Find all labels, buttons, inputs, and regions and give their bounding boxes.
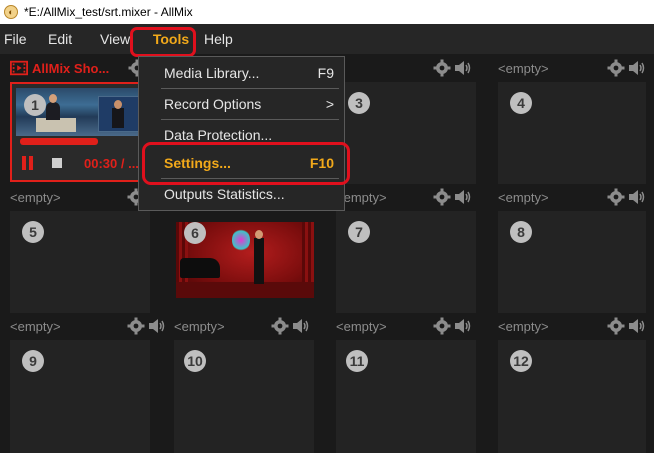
outputs-statistics-label: Outputs Statistics... xyxy=(164,186,285,202)
settings-shortcut: F10 xyxy=(309,155,334,171)
title-bar: ◐ *E:/AllMix_test/srt.mixer - AllMix xyxy=(0,0,654,24)
gear-icon[interactable] xyxy=(607,59,625,77)
cell-12-title: <empty> xyxy=(498,318,549,334)
cell-12[interactable]: 12 xyxy=(498,340,646,453)
cell-3-number: 3 xyxy=(348,92,370,114)
cell-10-header: <empty> xyxy=(174,314,310,338)
cell-1-title: AllMix Sho... xyxy=(32,60,110,76)
cell-7[interactable]: 7 xyxy=(336,211,476,313)
cell-11-number: 11 xyxy=(346,350,368,372)
cell-5[interactable]: 5 xyxy=(10,211,150,313)
cell-9-title: <empty> xyxy=(10,318,61,334)
stop-icon[interactable] xyxy=(52,158,62,168)
speaker-icon[interactable] xyxy=(454,317,472,335)
cell-7-number: 7 xyxy=(348,221,370,243)
menu-tools[interactable]: Tools xyxy=(140,24,202,54)
gear-icon[interactable] xyxy=(607,317,625,335)
cell-8-title: <empty> xyxy=(498,189,549,205)
app-icon: ◐ xyxy=(4,5,18,19)
cell-8[interactable]: 8 xyxy=(498,211,646,313)
pause-icon[interactable] xyxy=(22,156,34,170)
menu-item-settings[interactable]: Settings... F10 xyxy=(139,149,344,177)
cell-9-header: <empty> xyxy=(10,314,166,338)
cell-1[interactable]: 1 00:30 / ... xyxy=(10,82,150,182)
cell-1-header: AllMix Sho... xyxy=(10,56,146,80)
menu-view[interactable]: View xyxy=(94,24,132,54)
cell-7-header: <empty> xyxy=(336,185,472,209)
cell-10-title: <empty> xyxy=(174,318,225,334)
cell-11-header: <empty> xyxy=(336,314,472,338)
cell-4-number: 4 xyxy=(510,92,532,114)
tools-dropdown-menu: Media Library... F9 Record Options > Dat… xyxy=(138,56,345,211)
cell-3[interactable]: 3 xyxy=(336,82,476,184)
speaker-icon[interactable] xyxy=(628,188,646,206)
cell-11[interactable]: 11 xyxy=(336,340,476,453)
gear-icon[interactable] xyxy=(607,188,625,206)
media-library-shortcut: F9 xyxy=(317,65,334,81)
speaker-icon[interactable] xyxy=(628,59,646,77)
data-protection-label: Data Protection... xyxy=(164,127,273,143)
cell-12-number: 12 xyxy=(510,350,532,372)
menu-help[interactable]: Help xyxy=(202,24,243,54)
cell-1-timecode: 00:30 / ... xyxy=(84,156,139,171)
cell-9[interactable]: 9 xyxy=(10,340,150,453)
cell-10[interactable]: 10 xyxy=(174,340,314,453)
cell-5-number: 5 xyxy=(22,221,44,243)
submenu-arrow-icon: > xyxy=(325,96,334,112)
media-library-label: Media Library... xyxy=(164,65,260,81)
gear-icon[interactable] xyxy=(271,317,289,335)
window-title: *E:/AllMix_test/srt.mixer - AllMix xyxy=(24,5,193,19)
gear-icon[interactable] xyxy=(433,188,451,206)
menu-item-record-options[interactable]: Record Options > xyxy=(139,90,344,118)
cell-1-number: 1 xyxy=(24,94,46,116)
settings-label: Settings... xyxy=(164,155,231,171)
film-icon xyxy=(10,59,28,77)
speaker-icon[interactable] xyxy=(454,59,472,77)
menu-separator xyxy=(161,119,339,120)
cell-11-title: <empty> xyxy=(336,318,387,334)
cell-10-number: 10 xyxy=(184,350,206,372)
gear-icon[interactable] xyxy=(433,59,451,77)
menu-bar: File Edit View Tools Help xyxy=(0,24,654,54)
gear-icon[interactable] xyxy=(127,317,145,335)
cell-8-header: <empty> xyxy=(498,185,646,209)
cell-4[interactable]: 4 xyxy=(498,82,646,184)
cell-4-title: <empty> xyxy=(498,60,549,76)
cell-12-header: <empty> xyxy=(498,314,646,338)
menu-separator xyxy=(161,88,339,89)
menu-item-data-protection[interactable]: Data Protection... xyxy=(139,121,344,149)
cell-4-header: <empty> xyxy=(498,56,646,80)
menu-item-outputs-statistics[interactable]: Outputs Statistics... xyxy=(139,180,344,208)
cell-6-number: 6 xyxy=(184,222,206,244)
speaker-icon[interactable] xyxy=(292,317,310,335)
cell-7-title: <empty> xyxy=(336,189,387,205)
menu-separator xyxy=(161,178,339,179)
speaker-icon[interactable] xyxy=(148,317,166,335)
cell-3-header xyxy=(336,56,472,80)
cell-5-title: <empty> xyxy=(10,189,61,205)
speaker-icon[interactable] xyxy=(454,188,472,206)
menu-edit[interactable]: Edit xyxy=(42,24,94,54)
cell-6[interactable]: 6 xyxy=(176,222,314,298)
record-options-label: Record Options xyxy=(164,96,262,112)
speaker-icon[interactable] xyxy=(628,317,646,335)
menu-item-media-library[interactable]: Media Library... F9 xyxy=(139,59,344,87)
cell-8-number: 8 xyxy=(510,221,532,243)
gear-icon[interactable] xyxy=(433,317,451,335)
menu-file[interactable]: File xyxy=(0,24,42,54)
playback-progress[interactable] xyxy=(20,138,98,145)
cell-9-number: 9 xyxy=(22,350,44,372)
